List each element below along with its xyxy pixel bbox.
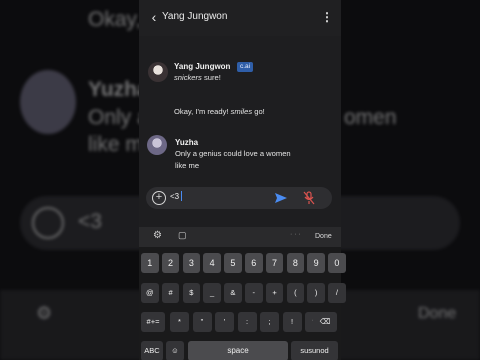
- avatar[interactable]: [147, 135, 167, 155]
- key[interactable]: $: [182, 283, 201, 303]
- key[interactable]: +: [265, 283, 284, 303]
- message-author: Yuzha: [175, 138, 199, 147]
- more-vert-icon[interactable]: ⋮: [321, 10, 333, 24]
- key[interactable]: ': [215, 312, 234, 332]
- key[interactable]: 5: [224, 253, 242, 273]
- key[interactable]: -: [245, 283, 263, 303]
- key[interactable]: 9: [307, 253, 325, 273]
- message-italic: smiles: [230, 107, 253, 116]
- key[interactable]: #: [161, 283, 180, 303]
- message-input-value: <3: [170, 192, 180, 201]
- key[interactable]: susunod: [291, 341, 338, 360]
- ai-badge: c.ai: [237, 62, 254, 72]
- gear-icon[interactable]: ⚙: [153, 230, 162, 241]
- message-text: go!: [252, 107, 265, 116]
- key[interactable]: :: [237, 312, 257, 332]
- key[interactable]: 0: [328, 253, 346, 273]
- key[interactable]: &: [224, 283, 242, 303]
- key[interactable]: 2: [161, 253, 180, 273]
- backdrop-text: like m: [88, 133, 143, 156]
- key[interactable]: /: [328, 283, 346, 303]
- backdrop-avatar: [20, 70, 76, 134]
- key[interactable]: ☺: [166, 341, 184, 360]
- key[interactable]: ;: [260, 312, 279, 332]
- dots: · · ·: [290, 231, 301, 238]
- message-text: like me: [175, 161, 200, 170]
- done-button[interactable]: Done: [315, 233, 332, 240]
- keyboard-toolbar: [139, 227, 341, 247]
- key[interactable]: ): [307, 283, 325, 303]
- text-caret: [181, 191, 182, 201]
- key[interactable]: 3: [182, 253, 201, 273]
- key[interactable]: space: [188, 341, 288, 360]
- key[interactable]: 1: [141, 253, 159, 273]
- backdrop-plus-icon: [32, 207, 64, 239]
- key[interactable]: 7: [265, 253, 284, 273]
- backdrop-done: Done: [418, 305, 457, 322]
- key[interactable]: ABC: [141, 341, 163, 360]
- message-text: sure!: [201, 73, 221, 82]
- chat-title: Yang Jungwon: [162, 11, 228, 22]
- plus-circle-icon[interactable]: +: [152, 191, 166, 205]
- send-icon[interactable]: [275, 193, 287, 203]
- backdrop-text: omen: [344, 106, 397, 129]
- key[interactable]: *: [170, 312, 189, 332]
- key[interactable]: 4: [203, 253, 221, 273]
- chevron-left-icon[interactable]: ‹: [147, 9, 161, 25]
- key[interactable]: ": [192, 312, 212, 332]
- avatar[interactable]: [148, 62, 168, 82]
- message-text: snickers sure!: [174, 72, 221, 84]
- key[interactable]: @: [141, 283, 159, 303]
- backdrop-input-text: <3: [78, 210, 102, 233]
- key[interactable]: ⌫: [313, 312, 337, 332]
- chat-icon[interactable]: ▢: [178, 230, 187, 241]
- key[interactable]: 8: [286, 253, 305, 273]
- key[interactable]: !: [282, 312, 302, 332]
- message-italic: snickers: [174, 73, 202, 82]
- key[interactable]: (: [286, 283, 305, 303]
- key[interactable]: 6: [245, 253, 263, 273]
- backdrop-text: Okay,: [88, 8, 142, 31]
- message-text: Okay, I'm ready!: [174, 107, 231, 116]
- message-author: Yang Jungwon: [174, 62, 231, 71]
- screen: Okay, Yuzha Only a omen like m <3 Done ⚙…: [0, 0, 480, 360]
- backdrop-gear-icon: ⚙: [36, 303, 53, 323]
- message-text: Only a genius could love a women: [175, 149, 291, 158]
- message-text: Okay, I'm ready! smiles go!: [174, 106, 265, 118]
- key[interactable]: #+=: [141, 312, 165, 332]
- key[interactable]: _: [203, 283, 221, 303]
- mic-off-icon[interactable]: [303, 191, 315, 205]
